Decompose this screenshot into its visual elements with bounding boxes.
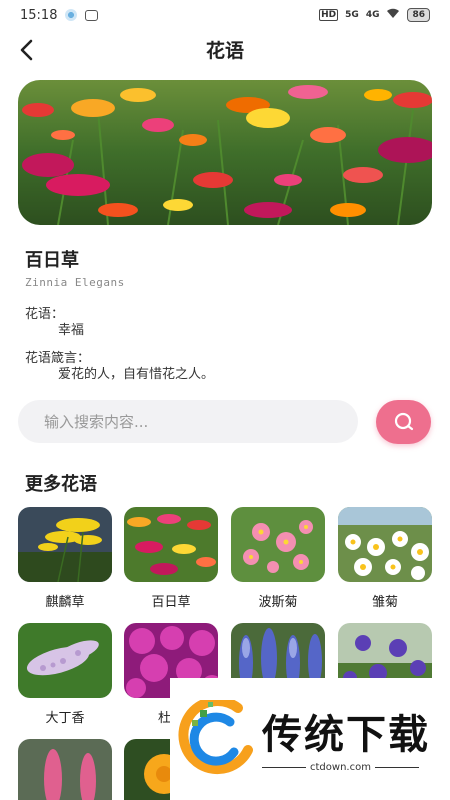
flower-card-label: 麒麟草: [45, 595, 85, 610]
flower-card-label: 波斯菊: [258, 595, 298, 610]
flower-card-zinnia[interactable]: 百日草: [124, 507, 218, 610]
watermark-url-row: ctdown.com: [262, 762, 419, 773]
flower-card-label: 百日草: [151, 595, 191, 610]
flower-card-daisy[interactable]: 雏菊: [338, 507, 432, 610]
signal-5g: 5G: [345, 10, 359, 20]
watermark-brand: 传统下载: [262, 712, 430, 758]
status-left: 15:18: [20, 7, 99, 23]
divider-line: [374, 767, 419, 768]
meaning-value: 幸福: [58, 323, 85, 338]
flower-thumbnail: [231, 507, 325, 582]
watermark-url: ctdown.com: [310, 762, 371, 773]
flower-thumbnail: [18, 623, 112, 698]
flower-thumbnail: [18, 507, 112, 582]
flower-card-label: 大丁香: [45, 711, 85, 726]
page-title: 花语: [205, 40, 244, 62]
status-bar: 15:18 HD 5G 4G 86: [0, 0, 450, 30]
flower-card-goldenrod[interactable]: 麒麟草: [18, 507, 112, 610]
notification-icon: [65, 9, 78, 21]
nav-bar: 花语: [0, 30, 450, 70]
flower-card-snapdragon[interactable]: [18, 739, 112, 800]
hd-label: HD: [319, 9, 339, 21]
flower-thumbnail: [338, 507, 432, 582]
search-icon: [394, 412, 413, 431]
flower-thumbnail: [18, 739, 112, 800]
app-notification-icon: [85, 9, 99, 21]
search-input[interactable]: [18, 400, 358, 443]
status-time: 15:18: [20, 7, 58, 23]
flower-card-cosmos[interactable]: 波斯菊: [231, 507, 325, 610]
watermark-overlay: 传统下载 ctdown.com: [170, 678, 450, 800]
watermark-logo-icon: [178, 700, 253, 775]
flower-name: 百日草: [25, 250, 79, 271]
search-field[interactable]: [18, 400, 358, 443]
more-section-title: 更多花语: [25, 474, 97, 495]
flower-hero-image: [18, 80, 432, 225]
back-arrow-icon: [20, 39, 33, 61]
motto-value: 爱花的人，自有惜花之人。: [58, 367, 215, 382]
flower-card-lilac[interactable]: 大丁香: [18, 623, 112, 726]
flower-thumbnail: [124, 507, 218, 582]
battery-indicator: 86: [407, 8, 430, 22]
signal-4g: 4G: [365, 10, 380, 20]
back-button[interactable]: [14, 36, 42, 64]
wifi-icon: [386, 8, 400, 22]
status-right: HD 5G 4G 86: [319, 8, 430, 22]
search-button[interactable]: [376, 400, 431, 444]
divider-line: [262, 767, 306, 768]
flower-card-label: 雏菊: [371, 595, 398, 610]
flower-latin-name: Zinnia Elegans: [25, 276, 125, 289]
